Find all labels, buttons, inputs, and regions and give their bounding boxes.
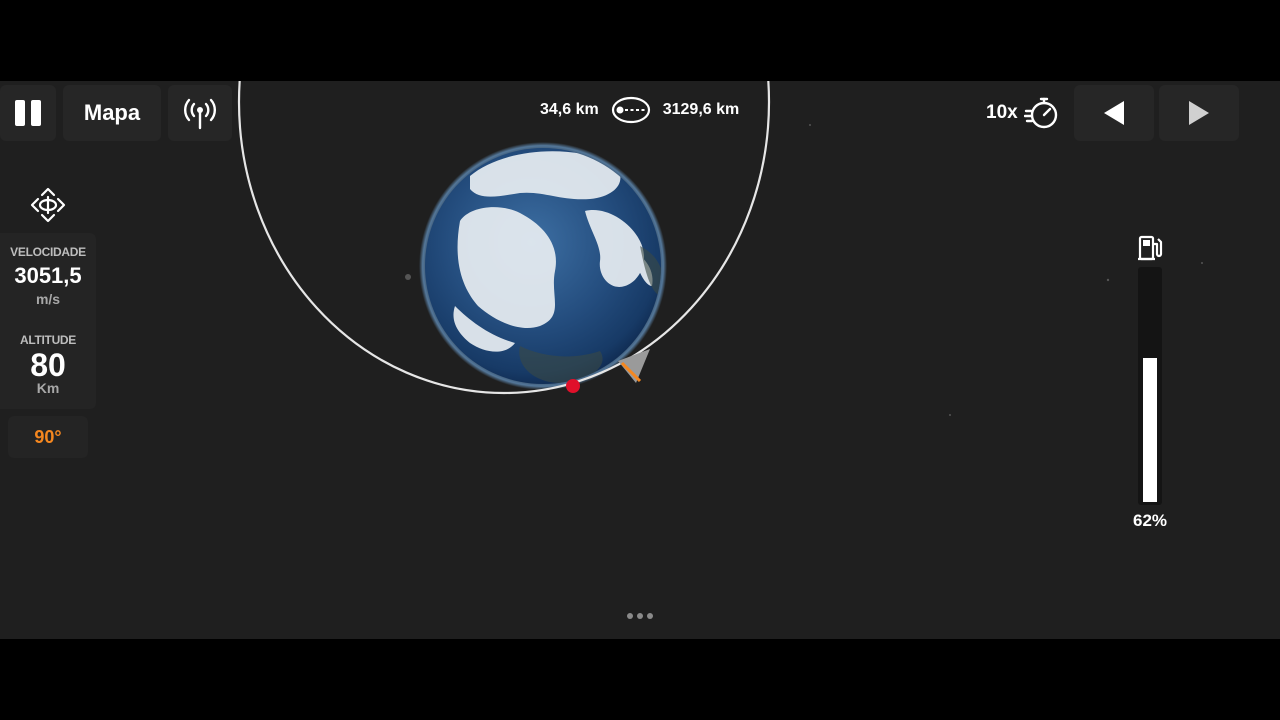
- angle-indicator[interactable]: 90°: [8, 416, 88, 458]
- map-button-label: Mapa: [83, 100, 141, 125]
- fuel-gauge-fill: [1143, 358, 1157, 502]
- triangle-right-icon: [1189, 101, 1209, 125]
- pause-button[interactable]: [0, 85, 56, 141]
- dot: [637, 613, 643, 619]
- periapsis-marker[interactable]: [566, 379, 580, 393]
- telemetry-panel: VELOCIDADE 3051,5 m/s ALTITUDE 80 Km: [0, 233, 96, 409]
- fuel-pump-icon: [1138, 235, 1163, 261]
- velocity-label: VELOCIDADE: [10, 245, 86, 259]
- stopwatch-icon: [1023, 97, 1057, 129]
- fuel-percent: 62%: [1132, 511, 1168, 530]
- timewarp-decrease-button[interactable]: [1074, 85, 1154, 141]
- triangle-left-icon: [1104, 101, 1124, 125]
- angle-value: 90°: [34, 426, 62, 447]
- pause-icon: [15, 100, 41, 126]
- velocity-value: 3051,5: [14, 263, 82, 288]
- antenna-signal-icon: [184, 98, 216, 130]
- orbit-ellipse-icon: [611, 96, 650, 124]
- dot: [647, 613, 653, 619]
- rotate-view-icon[interactable]: [28, 185, 68, 225]
- timewarp-label: 10x: [986, 102, 1018, 123]
- velocity-unit: m/s: [35, 291, 61, 307]
- planet-earth[interactable]: [419, 142, 667, 390]
- timewarp-indicator[interactable]: 10x: [986, 95, 1060, 131]
- more-options-handle[interactable]: [622, 609, 658, 623]
- fuel-gauge: [1138, 267, 1162, 505]
- game-viewport[interactable]: Mapa 34,6 km 3129,6 km 10x VELOCIDADE 30…: [0, 81, 1280, 639]
- periapsis-label: 34,6 km: [540, 101, 599, 118]
- timewarp-increase-button[interactable]: [1159, 85, 1239, 141]
- map-view[interactable]: [0, 81, 1280, 639]
- signal-button[interactable]: [168, 85, 232, 141]
- altitude-value: 80: [30, 347, 66, 383]
- orbit-info: 34,6 km 3129,6 km: [540, 95, 739, 125]
- apoapsis-label: 3129,6 km: [662, 101, 740, 118]
- altitude-unit: Km: [36, 380, 60, 396]
- altitude-label: ALTITUDE: [19, 333, 77, 347]
- dot: [627, 613, 633, 619]
- map-button[interactable]: Mapa: [63, 85, 161, 141]
